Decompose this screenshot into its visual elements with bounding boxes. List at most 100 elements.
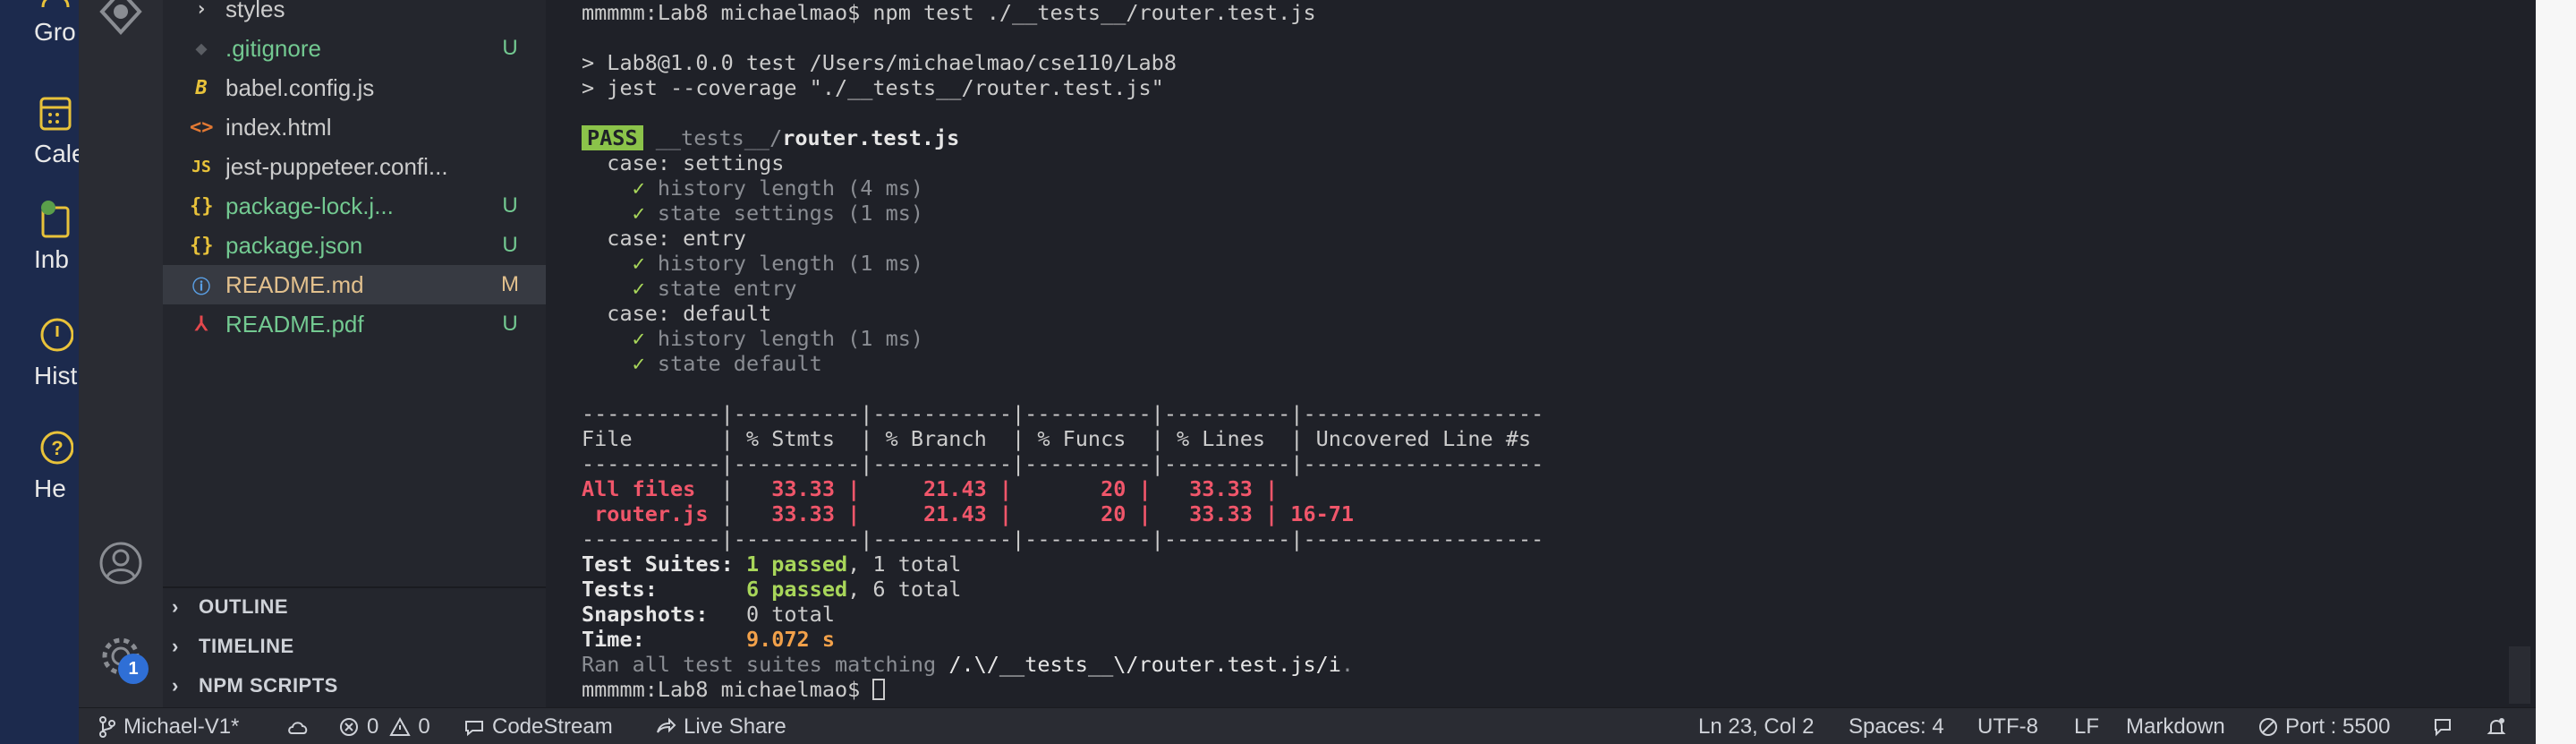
coverage-rule: -----------|----------|-----------|-----… [582,451,1544,476]
desktop-sidebar: Gro Cale Inb Hist ? He [0,0,79,744]
desktop-item-groups[interactable]: Gro [0,0,79,47]
file-item-readme-pdf[interactable]: ⅄ README.pdf U [163,304,546,344]
file-item-package-json[interactable]: {} package.json U [163,226,546,265]
check-icon: ✓ [632,251,645,276]
summary-value: 9.072 s [745,627,835,652]
file-item-readme-md[interactable]: ⓘ README.md M [163,265,546,304]
section-label: NPM SCRIPTS [199,674,338,697]
file-name: index.html [225,113,332,141]
coverage-row-all-files: All files | 33.33 | 21.43 | 20 | 33.33 | [582,476,1291,501]
check-text: history length (1 ms) [657,251,924,276]
terminal-line: > Lab8@1.0.0 test /Users/michaelmao/cse1… [582,50,1177,75]
chevron-right-icon: › [172,674,179,697]
desktop-background [2536,0,2576,744]
ran-prefix: Ran all test suites matching [582,652,949,677]
section-timeline[interactable]: › TIMELINE [163,627,546,666]
git-status: U [502,312,518,336]
check-icon: ✓ [632,175,645,201]
ran-suffix: . [1340,652,1355,677]
case-title: case: entry [582,226,746,251]
warning-icon [389,716,412,736]
file-item-jest-puppeteer-config[interactable]: JS jest-puppeteer.confi... [163,147,546,186]
problems-indicator[interactable]: 0 0 [338,708,430,744]
history-icon [40,318,73,352]
terminal-panel[interactable]: mmmmm:Lab8 michaelmao$ npm test ./__test… [546,0,2536,707]
desktop-item-label: Inb [34,245,69,273]
no-entry-icon [2259,717,2277,736]
git-status: U [502,233,518,257]
desktop-item-history[interactable]: Hist [0,315,79,390]
chevron-right-icon: › [195,0,208,21]
inbox-icon [41,201,70,238]
desktop-item-label: He [34,475,66,502]
branch-indicator[interactable]: Michael-V1* [98,708,239,744]
git-status: M [501,272,519,296]
summary-snapshots: Snapshots: 0 total [582,602,835,627]
error-icon [340,717,358,736]
vscode-window: 1 › styles ◆ .gitignore U B babel.config… [79,0,2536,744]
liveshare-icon [657,717,676,733]
settings-badge: 1 [118,654,149,684]
help-icon: ? [40,431,73,465]
check-text: history length (4 ms) [657,175,924,201]
section-outline[interactable]: › OUTLINE [163,587,546,627]
encoding[interactable]: UTF-8 [1977,708,2038,744]
info-icon: ⓘ [192,275,210,297]
indentation[interactable]: Spaces: 4 [1849,708,1944,744]
prompt-text: mmmmm:Lab8 michaelmao$ [582,677,873,702]
activity-bar: 1 [79,0,163,707]
desktop-item-help[interactable]: ? He [0,428,79,503]
file-item-gitignore[interactable]: ◆ .gitignore U [163,29,546,68]
explorer-panel: › styles ◆ .gitignore U B babel.config.j… [163,0,546,707]
notifications-button[interactable] [2486,708,2514,744]
file-item-babel-config[interactable]: B babel.config.js [163,68,546,107]
chevron-right-icon: › [172,595,179,618]
bell-icon [2487,717,2506,734]
codestream-button[interactable]: CodeStream [463,708,613,744]
summary-total: , 6 total [847,577,962,602]
feedback-icon [2435,718,2451,736]
check-line: ✓ state settings (1 ms) [582,201,923,226]
codestream-icon [465,720,483,736]
remote-explorer-icon[interactable] [97,0,145,36]
git-status: U [502,36,518,60]
js-icon: JS [191,157,211,176]
file-name: package-lock.j... [225,192,394,219]
file-item-index-html[interactable]: <> index.html [163,107,546,147]
warning-count: 0 [418,714,430,739]
check-line: ✓ state default [582,351,822,376]
status-bar: Michael-V1* 0 0 CodeStream Live Share Ln… [79,707,2536,744]
test-path-dir: __tests__/ [655,125,783,150]
summary-value: 0 total [745,602,835,627]
check-line: ✓ state entry [582,276,797,301]
git-icon: ◆ [195,37,208,60]
check-icon: ✓ [632,326,645,351]
cloud-sync-icon [288,721,308,734]
section-npm-scripts[interactable]: › NPM SCRIPTS [163,666,546,706]
terminal-scrollbar[interactable] [2509,646,2530,704]
sync-button[interactable] [286,708,317,744]
case-title: case: default [582,301,772,326]
file-item-package-lock[interactable]: {} package-lock.j... U [163,186,546,226]
file-name: styles [225,0,285,22]
json-icon: {} [190,194,214,218]
desktop-item-calendar[interactable]: Cale [0,93,79,168]
feedback-button[interactable] [2432,708,2462,744]
live-server-port[interactable]: Port : 5500 [2258,708,2390,744]
desktop-item-inbox[interactable]: Inb [0,199,79,274]
file-item-styles[interactable]: › styles [163,0,546,29]
check-text: state settings (1 ms) [657,201,924,226]
liveshare-button[interactable]: Live Share [655,708,786,744]
account-icon[interactable] [97,539,145,587]
port-label: Port : 5500 [2285,714,2391,739]
file-name: .gitignore [225,34,321,62]
calendar-icon [39,97,72,131]
end-of-line[interactable]: LF [2074,708,2099,744]
desktop-item-label: Cale [34,140,79,167]
language-mode[interactable]: Markdown [2126,708,2225,744]
terminal-cursor [872,679,886,700]
coverage-values: 33.33 | 21.43 | 20 | 33.33 | [745,476,1291,501]
html-icon: <> [190,115,214,139]
ran-pattern: /.\/__tests__\/router.test.js/i [948,652,1341,677]
cursor-position[interactable]: Ln 23, Col 2 [1698,708,1814,744]
